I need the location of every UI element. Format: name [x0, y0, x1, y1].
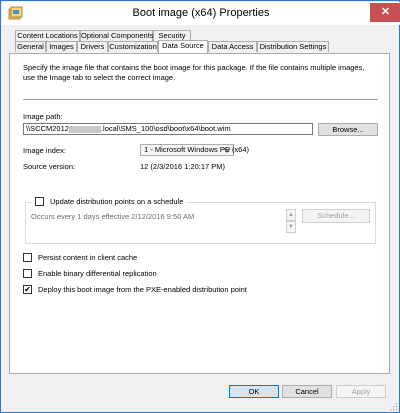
separator: [23, 99, 378, 100]
chevron-down-icon: [224, 148, 230, 153]
redacted-segment: [68, 125, 101, 133]
browse-button[interactable]: Browse...: [318, 123, 378, 136]
binary-diff-label: Enable binary differential replication: [38, 269, 157, 278]
title-bar[interactable]: Boot image (x64) Properties ✕: [2, 2, 400, 25]
tab-label: Customization: [109, 42, 157, 51]
schedule-button[interactable]: Schedule...: [302, 209, 370, 223]
persist-checkbox[interactable]: [23, 253, 32, 262]
tab-label: Data Access: [211, 42, 254, 51]
deploy-pxe-row[interactable]: ✔ Deploy this boot image from the PXE-en…: [23, 285, 247, 294]
image-path-prefix: \\SCCM2012: [26, 124, 69, 133]
window-title: Boot image (x64) Properties: [132, 7, 270, 19]
close-button[interactable]: ✕: [370, 3, 400, 22]
tab-drivers[interactable]: Drivers: [77, 41, 108, 52]
apply-label: Apply: [351, 387, 371, 396]
resize-grip-icon[interactable]: [388, 401, 398, 411]
tab-label: Images: [49, 42, 74, 51]
tab-label: General: [17, 42, 44, 51]
image-path-suffix: .local\SMS_100\osd\boot\x64\boot.wim: [100, 124, 231, 133]
image-index-value: 1 - Microsoft Windows PE (x64): [144, 145, 250, 154]
tab-data-source[interactable]: Data Source: [158, 40, 208, 53]
description-text: Specify the image file that contains the…: [23, 63, 365, 82]
tab-label: Optional Components: [81, 31, 154, 40]
source-version-label: Source version:: [23, 162, 76, 171]
close-icon: ✕: [380, 6, 391, 18]
schedule-text: Occurs every 1 days effective 2/12/2016 …: [31, 212, 195, 221]
image-path-input[interactable]: \\SCCM2012 .local\SMS_100\osd\boot\x64\bo…: [23, 123, 313, 135]
browse-label: Browse...: [332, 125, 364, 134]
deploy-pxe-label: Deploy this boot image from the PXE-enab…: [38, 285, 247, 294]
persist-row[interactable]: Persist content in client cache: [23, 253, 137, 262]
checkmark-icon: ✔: [24, 285, 31, 294]
deploy-pxe-checkbox[interactable]: ✔: [23, 285, 32, 294]
schedule-checkbox-row[interactable]: Update distribution points on a schedule: [32, 197, 187, 206]
tab-data-access[interactable]: Data Access: [208, 41, 257, 52]
tab-distribution-settings[interactable]: Distribution Settings: [257, 41, 329, 52]
image-path-label: Image path:: [23, 112, 63, 121]
schedule-checkbox-label: Update distribution points on a schedule: [50, 197, 184, 206]
schedule-button-label: Schedule...: [317, 211, 355, 220]
binary-diff-checkbox[interactable]: [23, 269, 32, 278]
tab-label: Security: [158, 31, 186, 40]
ok-button[interactable]: OK: [229, 385, 279, 398]
data-source-panel: Specify the image file that contains the…: [9, 53, 390, 374]
tab-images[interactable]: Images: [46, 41, 77, 52]
apply-button[interactable]: Apply: [336, 385, 386, 398]
cancel-button[interactable]: Cancel: [282, 385, 332, 398]
schedule-checkbox[interactable]: [35, 197, 44, 206]
persist-label: Persist content in client cache: [38, 253, 138, 262]
cancel-label: Cancel: [295, 387, 319, 396]
ok-label: OK: [248, 387, 260, 396]
binary-diff-row[interactable]: Enable binary differential replication: [23, 269, 157, 278]
scroll-up-icon[interactable]: ▲: [286, 209, 296, 221]
tab-label: Data Source: [162, 41, 204, 50]
source-version-value: 12 (2/3/2016 1:20:17 PM): [140, 162, 226, 171]
tab-content-locations[interactable]: Content Locations: [15, 30, 80, 41]
tab-optional-components[interactable]: Optional Components: [80, 30, 154, 41]
image-index-select[interactable]: 1 - Microsoft Windows PE (x64): [140, 144, 249, 156]
image-index-label: Image index:: [23, 146, 66, 155]
tab-label: Content Locations: [17, 31, 78, 40]
tab-label: Drivers: [80, 42, 105, 51]
scroll-down-icon[interactable]: ▼: [286, 221, 296, 233]
tab-customization[interactable]: Customization: [108, 41, 158, 52]
tab-label: Distribution Settings: [259, 42, 327, 51]
tab-general[interactable]: General: [15, 41, 46, 52]
